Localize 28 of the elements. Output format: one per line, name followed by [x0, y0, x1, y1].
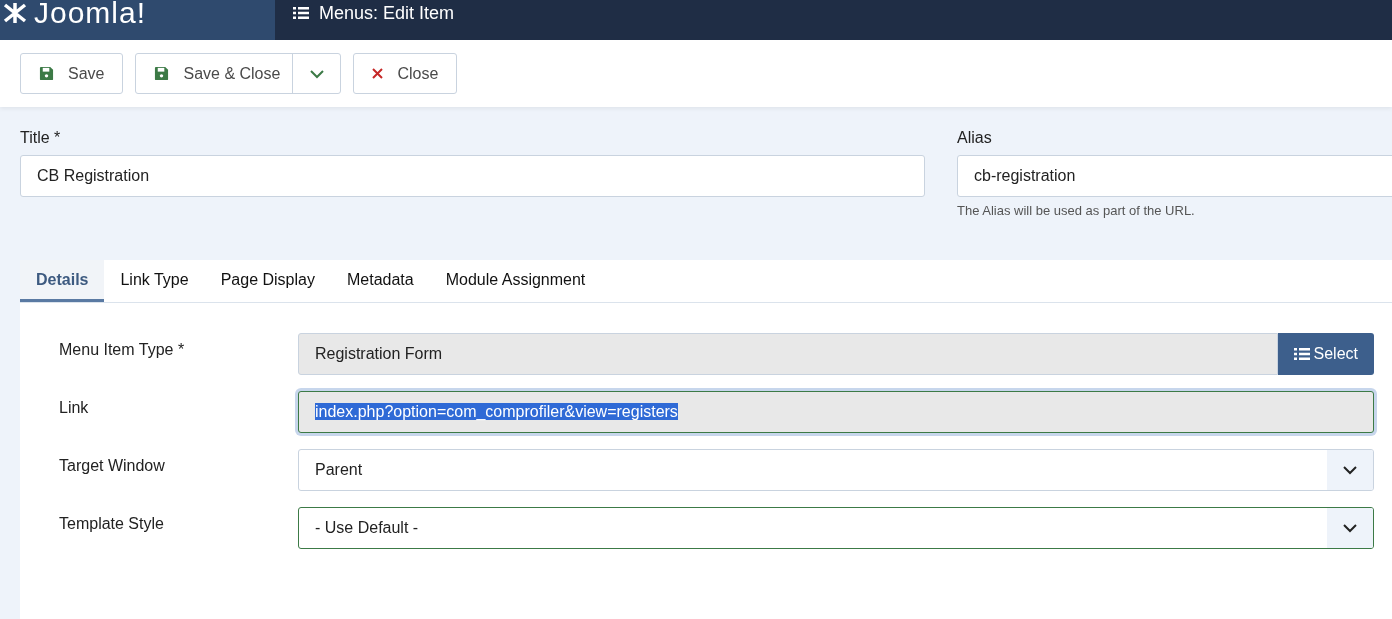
field-label: Target Window: [59, 456, 166, 475]
field-hint: The Alias will be used as part of the URL.: [957, 203, 1196, 218]
menu-type-field: Registration Form: [298, 333, 1278, 375]
field-label: Template Style: [59, 514, 165, 533]
save-button[interactable]: Save: [20, 53, 124, 94]
alias-input[interactable]: cb-registration: [957, 155, 1392, 197]
logo-text: Joomla!: [34, 0, 147, 30]
list-icon: [293, 6, 309, 20]
field-label: Menu Item Type *: [59, 340, 186, 359]
field-label: Title *: [20, 129, 62, 147]
chevron-down-icon: [308, 68, 325, 79]
select-button[interactable]: Select: [1277, 333, 1374, 375]
select-field[interactable]: - Use Default -: [298, 507, 1374, 549]
chevron-down-icon: [1342, 523, 1358, 533]
logo-icon: [2, 2, 28, 24]
save-icon: [39, 66, 54, 81]
field-label: Alias: [957, 129, 993, 147]
close-icon: [372, 68, 384, 79]
field-label: Link: [59, 398, 90, 417]
select-field[interactable]: Parent: [298, 449, 1374, 491]
tab[interactable]: Details: [20, 260, 105, 302]
chevron-down-icon: [1342, 465, 1358, 475]
link-field[interactable]: index.php?option=com_comprofiler&view=registers: [298, 391, 1374, 433]
close-button[interactable]: Close: [353, 53, 458, 94]
title-input[interactable]: CB Registration: [20, 155, 925, 197]
list-icon: [1293, 347, 1310, 361]
save-icon: [154, 66, 170, 81]
page-title: Menus: Edit Item: [319, 2, 455, 24]
